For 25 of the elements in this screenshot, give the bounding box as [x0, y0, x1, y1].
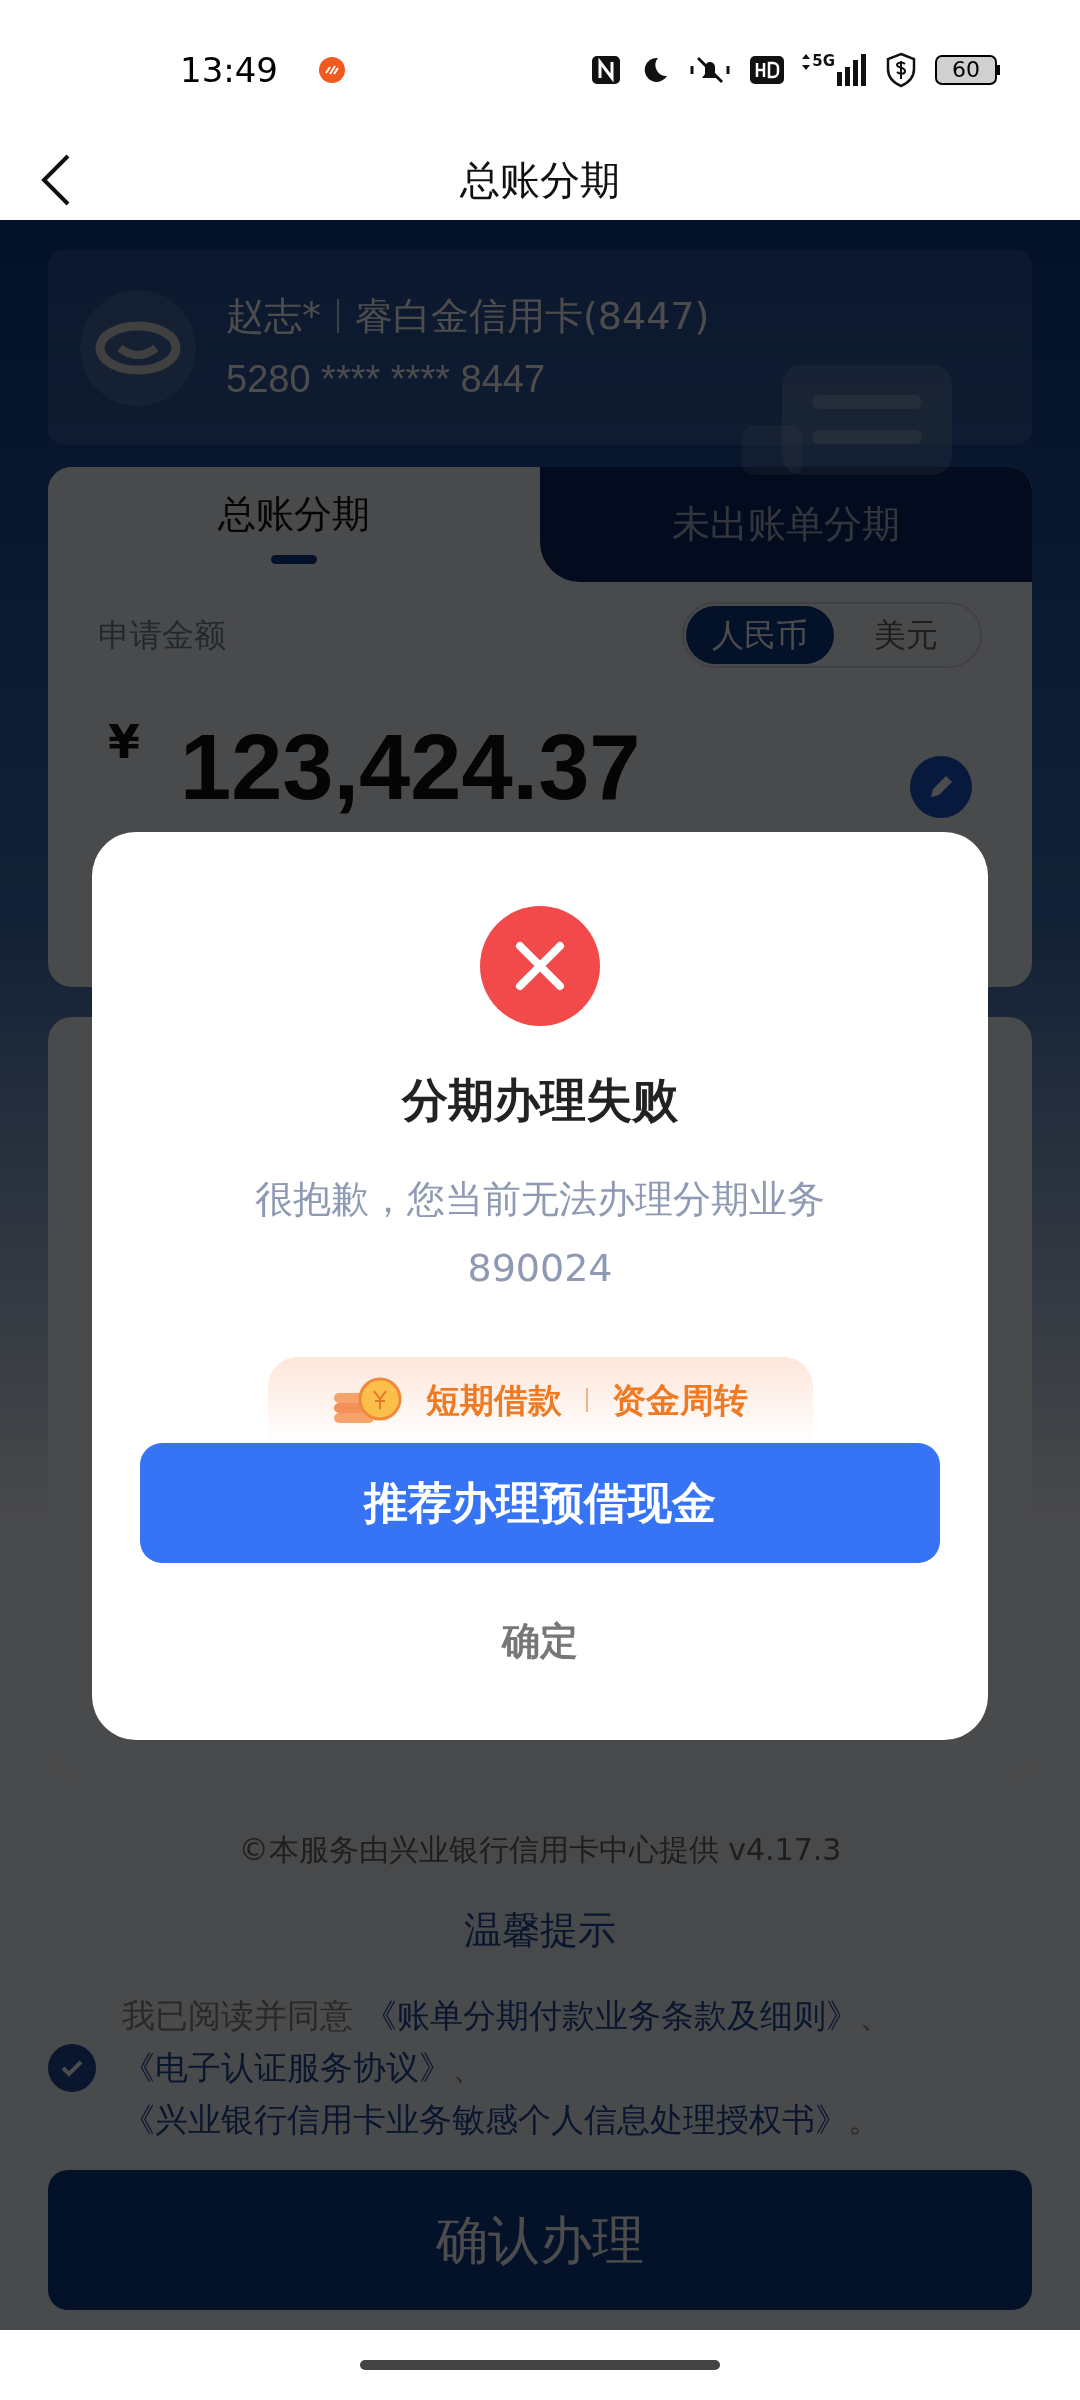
- status-time: 13:49: [180, 48, 278, 92]
- muted-bell-icon: [688, 54, 733, 86]
- cash-advance-button[interactable]: 推荐办理预借现金: [140, 1443, 940, 1563]
- currency-symbol: ¥: [108, 714, 140, 771]
- error-code: 890024: [467, 1245, 613, 1292]
- tips-title: 温馨提示: [464, 1907, 616, 1954]
- dialog-message: 很抱歉，您当前无法办理分期业务: [255, 1176, 825, 1223]
- hd-icon: [750, 56, 785, 84]
- amount-value: 123,424.37: [180, 715, 641, 820]
- nfc-icon: [590, 54, 623, 86]
- coins-icon: [332, 1375, 402, 1425]
- shield-dollar-icon: [885, 52, 917, 88]
- app-notification-icon: [318, 56, 346, 84]
- dialog-title: 分期办理失败: [402, 1072, 678, 1129]
- battery-indicator: 60: [935, 55, 1000, 85]
- page-title: 总账分期: [460, 156, 620, 205]
- data-arrows-icon: [802, 54, 811, 70]
- promo-tag: 短期借款: [426, 1374, 562, 1426]
- card-name: 睿白金信用卡(8447): [355, 292, 710, 340]
- card-holder-name: 赵志*: [226, 292, 321, 340]
- promo-tag: 资金周转: [612, 1374, 748, 1426]
- signal-icon: [837, 54, 867, 86]
- ok-button[interactable]: 确定: [482, 1603, 598, 1680]
- error-icon: [480, 906, 600, 1026]
- network-type: 5G: [812, 54, 835, 69]
